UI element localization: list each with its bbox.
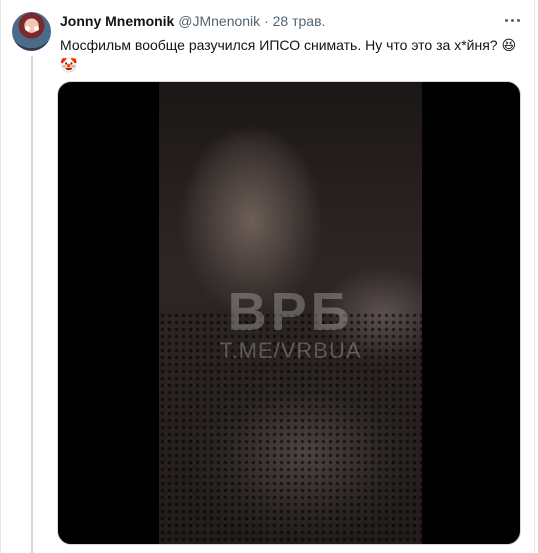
avatar[interactable]	[12, 12, 51, 51]
grinning-squinting-face-icon: 😆	[501, 38, 517, 54]
separator-dot: ·	[264, 13, 269, 29]
author-handle[interactable]: @JMnenonik	[178, 13, 260, 29]
tweet-text: Мосфильм вообще разучился ИПСО снимать. …	[60, 36, 520, 76]
clown-face-icon: 🤡	[60, 58, 78, 74]
tweet-date[interactable]: 28 трав.	[273, 13, 326, 29]
thread-connector-line	[31, 56, 33, 553]
video-watermark: ВРБ T.ME/VRBUA	[159, 82, 422, 544]
more-horizontal-icon	[510, 18, 514, 22]
avatar-eye-left	[25, 26, 30, 31]
author-display-name[interactable]: Jonny Mnemonik	[60, 13, 174, 29]
tweet-text-body: Мосфильм вообще разучился ИПСО снимать. …	[60, 37, 498, 53]
frame-border-right	[534, 0, 535, 553]
more-horizontal-icon	[504, 18, 508, 22]
frame-border-left	[0, 0, 1, 553]
avatar-eye-right	[34, 26, 39, 31]
more-options-button[interactable]	[500, 10, 524, 30]
tweet-header: Jonny Mnemonik @JMnenonik · 28 трав.	[60, 12, 488, 30]
tweet-media-video[interactable]: ВРБ T.ME/VRBUA	[57, 81, 521, 545]
more-horizontal-icon	[516, 18, 520, 22]
watermark-url: T.ME/VRBUA	[219, 338, 362, 363]
watermark-logo: ВРБ	[227, 282, 354, 342]
